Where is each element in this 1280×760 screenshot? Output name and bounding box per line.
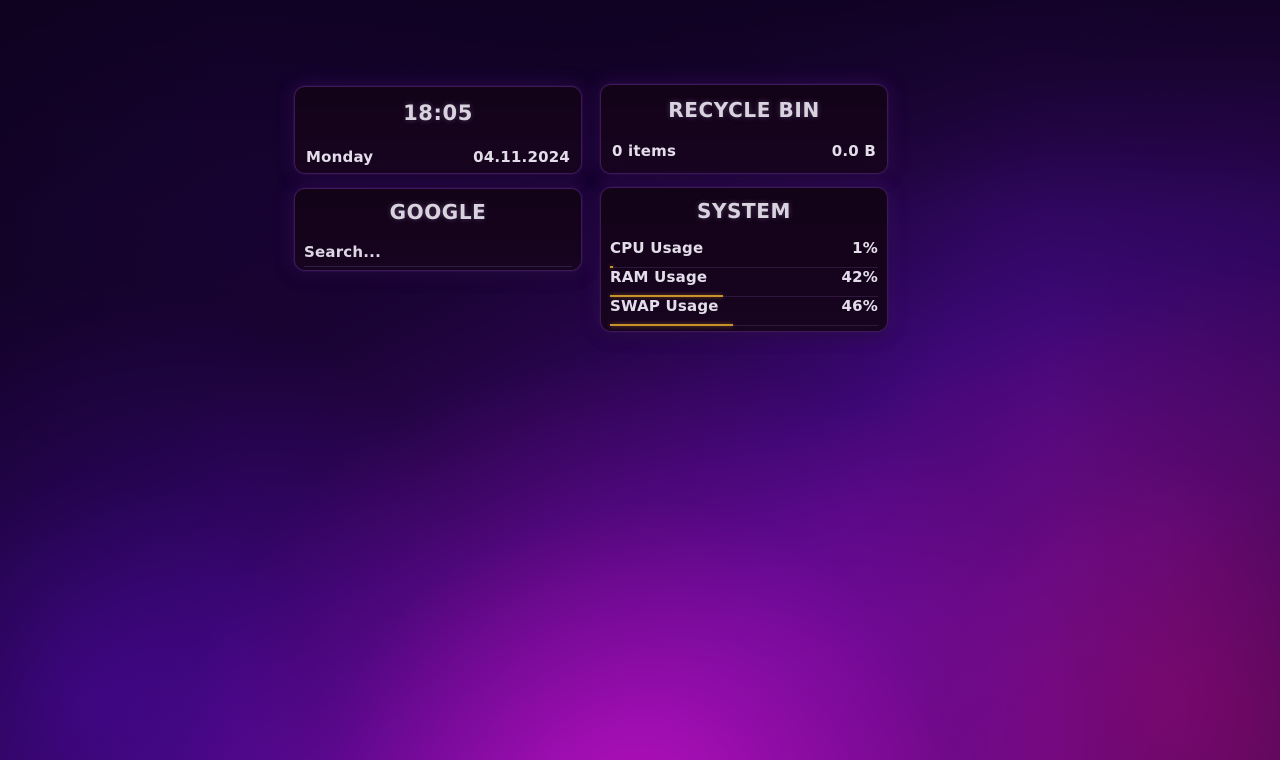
cpu-usage-label: CPU Usage	[610, 239, 704, 257]
cpu-usage-row: CPU Usage 1%	[610, 239, 878, 260]
recycle-bin-stats-row: 0 items 0.0 B	[612, 142, 876, 160]
system-metrics-list: CPU Usage 1% RAM Usage 42% SWAP Usage 46…	[610, 239, 878, 326]
recycle-bin-widget[interactable]: RECYCLE BIN 0 items 0.0 B	[600, 84, 888, 174]
google-search-widget[interactable]: GOOGLE Search...	[294, 188, 582, 271]
clock-widget[interactable]: 18:05 Monday 04.11.2024	[294, 86, 582, 174]
clock-date: 04.11.2024	[473, 148, 570, 166]
clock-date-row: Monday 04.11.2024	[306, 148, 570, 166]
google-widget-title: GOOGLE	[389, 200, 487, 224]
google-search-input[interactable]: Search...	[304, 243, 572, 267]
system-metric-row: CPU Usage 1%	[610, 239, 878, 268]
recycle-bin-item-count: 0 items	[612, 142, 677, 160]
desktop-widget-layer: 18:05 Monday 04.11.2024 RECYCLE BIN 0 it…	[0, 0, 1280, 760]
system-widget-title: SYSTEM	[696, 199, 792, 223]
clock-time: 18:05	[403, 101, 473, 125]
recycle-bin-title: RECYCLE BIN	[668, 98, 820, 122]
ram-usage-label: RAM Usage	[610, 268, 708, 286]
swap-usage-value: 46%	[841, 297, 878, 315]
ram-usage-row: RAM Usage 42%	[610, 268, 878, 289]
swap-usage-row: SWAP Usage 46%	[610, 297, 878, 318]
swap-usage-bar	[610, 324, 734, 326]
clock-weekday: Monday	[306, 148, 374, 166]
recycle-bin-size: 0.0 B	[831, 142, 876, 160]
ram-usage-value: 42%	[841, 268, 878, 286]
system-metric-row: SWAP Usage 46%	[610, 297, 878, 326]
cpu-usage-value: 1%	[852, 239, 878, 257]
system-metric-row: RAM Usage 42%	[610, 268, 878, 297]
system-monitor-widget[interactable]: SYSTEM CPU Usage 1% RAM Usage 42% SWAP U…	[600, 187, 888, 332]
swap-usage-label: SWAP Usage	[610, 297, 719, 315]
